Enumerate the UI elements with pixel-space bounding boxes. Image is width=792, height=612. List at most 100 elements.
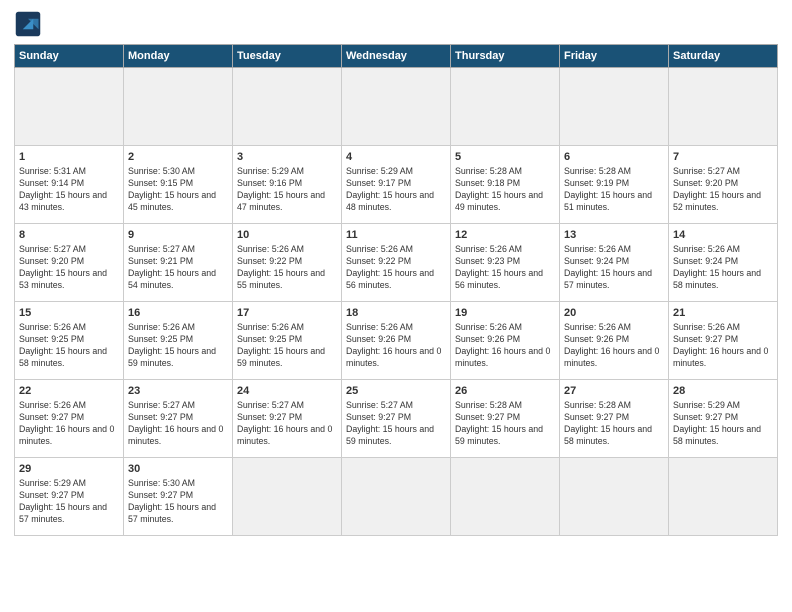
day-cell: 9Sunrise: 5:27 AMSunset: 9:21 PMDaylight…: [124, 224, 233, 302]
day-number: 5: [455, 150, 555, 165]
day-info: Sunrise: 5:27 AMSunset: 9:27 PMDaylight:…: [128, 400, 228, 448]
day-number: 27: [564, 384, 664, 399]
day-cell: [342, 68, 451, 146]
day-info: Sunrise: 5:29 AMSunset: 9:27 PMDaylight:…: [673, 400, 773, 448]
logo-icon: [14, 10, 42, 38]
day-info: Sunrise: 5:26 AMSunset: 9:24 PMDaylight:…: [564, 244, 664, 292]
day-info: Sunrise: 5:29 AMSunset: 9:27 PMDaylight:…: [19, 478, 119, 526]
day-cell: 15Sunrise: 5:26 AMSunset: 9:25 PMDayligh…: [15, 302, 124, 380]
day-info: Sunrise: 5:26 AMSunset: 9:27 PMDaylight:…: [19, 400, 119, 448]
day-cell: 2Sunrise: 5:30 AMSunset: 9:15 PMDaylight…: [124, 146, 233, 224]
day-info: Sunrise: 5:26 AMSunset: 9:23 PMDaylight:…: [455, 244, 555, 292]
week-row-2: 8Sunrise: 5:27 AMSunset: 9:20 PMDaylight…: [15, 224, 778, 302]
col-header-sunday: Sunday: [15, 45, 124, 68]
week-row-4: 22Sunrise: 5:26 AMSunset: 9:27 PMDayligh…: [15, 380, 778, 458]
day-cell: 29Sunrise: 5:29 AMSunset: 9:27 PMDayligh…: [15, 458, 124, 536]
day-cell: 16Sunrise: 5:26 AMSunset: 9:25 PMDayligh…: [124, 302, 233, 380]
day-cell: 3Sunrise: 5:29 AMSunset: 9:16 PMDaylight…: [233, 146, 342, 224]
day-cell: 21Sunrise: 5:26 AMSunset: 9:27 PMDayligh…: [669, 302, 778, 380]
day-cell: 13Sunrise: 5:26 AMSunset: 9:24 PMDayligh…: [560, 224, 669, 302]
day-info: Sunrise: 5:27 AMSunset: 9:20 PMDaylight:…: [673, 166, 773, 214]
day-cell: 25Sunrise: 5:27 AMSunset: 9:27 PMDayligh…: [342, 380, 451, 458]
day-number: 9: [128, 228, 228, 243]
day-info: Sunrise: 5:26 AMSunset: 9:27 PMDaylight:…: [673, 322, 773, 370]
col-header-monday: Monday: [124, 45, 233, 68]
day-cell: 8Sunrise: 5:27 AMSunset: 9:20 PMDaylight…: [15, 224, 124, 302]
day-info: Sunrise: 5:26 AMSunset: 9:25 PMDaylight:…: [128, 322, 228, 370]
day-cell: 22Sunrise: 5:26 AMSunset: 9:27 PMDayligh…: [15, 380, 124, 458]
day-info: Sunrise: 5:28 AMSunset: 9:18 PMDaylight:…: [455, 166, 555, 214]
day-cell: 10Sunrise: 5:26 AMSunset: 9:22 PMDayligh…: [233, 224, 342, 302]
day-info: Sunrise: 5:26 AMSunset: 9:25 PMDaylight:…: [237, 322, 337, 370]
day-cell: 23Sunrise: 5:27 AMSunset: 9:27 PMDayligh…: [124, 380, 233, 458]
day-cell: 6Sunrise: 5:28 AMSunset: 9:19 PMDaylight…: [560, 146, 669, 224]
day-number: 6: [564, 150, 664, 165]
day-number: 23: [128, 384, 228, 399]
day-number: 10: [237, 228, 337, 243]
day-info: Sunrise: 5:26 AMSunset: 9:26 PMDaylight:…: [346, 322, 446, 370]
week-row-0: [15, 68, 778, 146]
day-cell: [233, 458, 342, 536]
day-number: 15: [19, 306, 119, 321]
day-number: 16: [128, 306, 228, 321]
day-number: 12: [455, 228, 555, 243]
day-info: Sunrise: 5:26 AMSunset: 9:26 PMDaylight:…: [564, 322, 664, 370]
day-info: Sunrise: 5:27 AMSunset: 9:20 PMDaylight:…: [19, 244, 119, 292]
day-cell: 26Sunrise: 5:28 AMSunset: 9:27 PMDayligh…: [451, 380, 560, 458]
day-number: 29: [19, 462, 119, 477]
day-info: Sunrise: 5:31 AMSunset: 9:14 PMDaylight:…: [19, 166, 119, 214]
day-info: Sunrise: 5:26 AMSunset: 9:26 PMDaylight:…: [455, 322, 555, 370]
day-cell: [233, 68, 342, 146]
day-cell: [124, 68, 233, 146]
day-number: 22: [19, 384, 119, 399]
day-info: Sunrise: 5:26 AMSunset: 9:22 PMDaylight:…: [346, 244, 446, 292]
day-cell: 4Sunrise: 5:29 AMSunset: 9:17 PMDaylight…: [342, 146, 451, 224]
col-header-friday: Friday: [560, 45, 669, 68]
day-cell: [560, 458, 669, 536]
day-cell: 7Sunrise: 5:27 AMSunset: 9:20 PMDaylight…: [669, 146, 778, 224]
col-header-tuesday: Tuesday: [233, 45, 342, 68]
day-cell: 1Sunrise: 5:31 AMSunset: 9:14 PMDaylight…: [15, 146, 124, 224]
day-info: Sunrise: 5:26 AMSunset: 9:24 PMDaylight:…: [673, 244, 773, 292]
day-number: 26: [455, 384, 555, 399]
col-header-thursday: Thursday: [451, 45, 560, 68]
calendar: SundayMondayTuesdayWednesdayThursdayFrid…: [14, 44, 778, 536]
day-number: 19: [455, 306, 555, 321]
day-cell: 12Sunrise: 5:26 AMSunset: 9:23 PMDayligh…: [451, 224, 560, 302]
day-cell: 11Sunrise: 5:26 AMSunset: 9:22 PMDayligh…: [342, 224, 451, 302]
day-info: Sunrise: 5:28 AMSunset: 9:27 PMDaylight:…: [564, 400, 664, 448]
day-info: Sunrise: 5:29 AMSunset: 9:17 PMDaylight:…: [346, 166, 446, 214]
day-cell: [451, 458, 560, 536]
day-number: 7: [673, 150, 773, 165]
day-number: 3: [237, 150, 337, 165]
day-info: Sunrise: 5:28 AMSunset: 9:19 PMDaylight:…: [564, 166, 664, 214]
col-header-wednesday: Wednesday: [342, 45, 451, 68]
day-cell: 28Sunrise: 5:29 AMSunset: 9:27 PMDayligh…: [669, 380, 778, 458]
calendar-header-row: SundayMondayTuesdayWednesdayThursdayFrid…: [15, 45, 778, 68]
day-number: 11: [346, 228, 446, 243]
day-info: Sunrise: 5:26 AMSunset: 9:25 PMDaylight:…: [19, 322, 119, 370]
day-number: 24: [237, 384, 337, 399]
day-info: Sunrise: 5:29 AMSunset: 9:16 PMDaylight:…: [237, 166, 337, 214]
day-info: Sunrise: 5:30 AMSunset: 9:27 PMDaylight:…: [128, 478, 228, 526]
day-number: 8: [19, 228, 119, 243]
day-info: Sunrise: 5:27 AMSunset: 9:27 PMDaylight:…: [237, 400, 337, 448]
col-header-saturday: Saturday: [669, 45, 778, 68]
day-cell: 24Sunrise: 5:27 AMSunset: 9:27 PMDayligh…: [233, 380, 342, 458]
day-info: Sunrise: 5:26 AMSunset: 9:22 PMDaylight:…: [237, 244, 337, 292]
day-info: Sunrise: 5:27 AMSunset: 9:27 PMDaylight:…: [346, 400, 446, 448]
day-number: 21: [673, 306, 773, 321]
day-number: 4: [346, 150, 446, 165]
week-row-5: 29Sunrise: 5:29 AMSunset: 9:27 PMDayligh…: [15, 458, 778, 536]
day-cell: [669, 68, 778, 146]
day-number: 28: [673, 384, 773, 399]
day-number: 30: [128, 462, 228, 477]
day-info: Sunrise: 5:27 AMSunset: 9:21 PMDaylight:…: [128, 244, 228, 292]
day-cell: 14Sunrise: 5:26 AMSunset: 9:24 PMDayligh…: [669, 224, 778, 302]
day-cell: [451, 68, 560, 146]
day-number: 18: [346, 306, 446, 321]
day-cell: 18Sunrise: 5:26 AMSunset: 9:26 PMDayligh…: [342, 302, 451, 380]
day-info: Sunrise: 5:30 AMSunset: 9:15 PMDaylight:…: [128, 166, 228, 214]
header: [14, 10, 778, 38]
week-row-1: 1Sunrise: 5:31 AMSunset: 9:14 PMDaylight…: [15, 146, 778, 224]
